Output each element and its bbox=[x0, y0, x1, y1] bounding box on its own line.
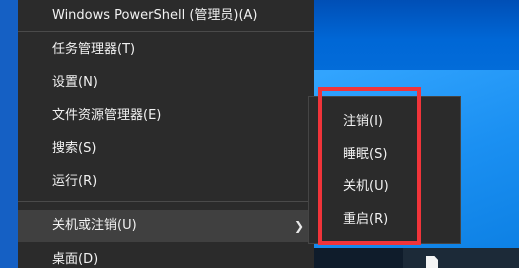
winx-context-menu: Windows PowerShell (管理员)(A) 任务管理器(T) 设置(… bbox=[18, 0, 314, 268]
taskbar-button-area[interactable] bbox=[403, 248, 519, 268]
submenu-item-sign-out[interactable]: 注销(I) bbox=[309, 106, 460, 138]
menu-item-label: 设置(N) bbox=[52, 75, 98, 90]
submenu-item-label: 重启(R) bbox=[343, 212, 389, 227]
submenu-item-label: 关机(U) bbox=[343, 179, 389, 194]
menu-item-settings[interactable]: 设置(N) bbox=[18, 67, 314, 99]
menu-item-shutdown-signout[interactable]: 关机或注销(U) ❯ bbox=[18, 210, 314, 242]
menu-item-search[interactable]: 搜索(S) bbox=[18, 133, 314, 165]
menu-item-label: 关机或注销(U) bbox=[52, 218, 137, 233]
shutdown-submenu: 注销(I) 睡眠(S) 关机(U) 重启(R) bbox=[308, 96, 461, 244]
menu-item-label: 运行(R) bbox=[52, 174, 98, 189]
menu-item-file-explorer[interactable]: 文件资源管理器(E) bbox=[18, 100, 314, 132]
desktop-screen: Windows PowerShell (管理员)(A) 任务管理器(T) 设置(… bbox=[0, 0, 519, 268]
menu-separator bbox=[18, 31, 314, 32]
menu-item-label: 文件资源管理器(E) bbox=[52, 108, 162, 123]
menu-item-desktop[interactable]: 桌面(D) bbox=[18, 244, 314, 268]
submenu-item-label: 睡眠(S) bbox=[343, 147, 388, 162]
menu-item-powershell-admin[interactable]: Windows PowerShell (管理员)(A) bbox=[18, 0, 314, 28]
menu-item-label: 桌面(D) bbox=[52, 252, 99, 267]
menu-item-run[interactable]: 运行(R) bbox=[18, 166, 314, 198]
menu-separator bbox=[18, 201, 314, 202]
desktop-left-strip bbox=[0, 0, 18, 268]
submenu-item-label: 注销(I) bbox=[343, 114, 383, 129]
menu-item-label: 任务管理器(T) bbox=[52, 42, 136, 57]
submenu-item-sleep[interactable]: 睡眠(S) bbox=[309, 139, 460, 171]
menu-item-label: Windows PowerShell (管理员)(A) bbox=[52, 8, 258, 23]
menu-item-label: 搜索(S) bbox=[52, 141, 97, 156]
submenu-item-shut-down[interactable]: 关机(U) bbox=[309, 171, 460, 203]
submenu-item-restart[interactable]: 重启(R) bbox=[309, 204, 460, 236]
chevron-right-icon: ❯ bbox=[293, 219, 304, 233]
menu-item-task-manager[interactable]: 任务管理器(T) bbox=[18, 34, 314, 66]
